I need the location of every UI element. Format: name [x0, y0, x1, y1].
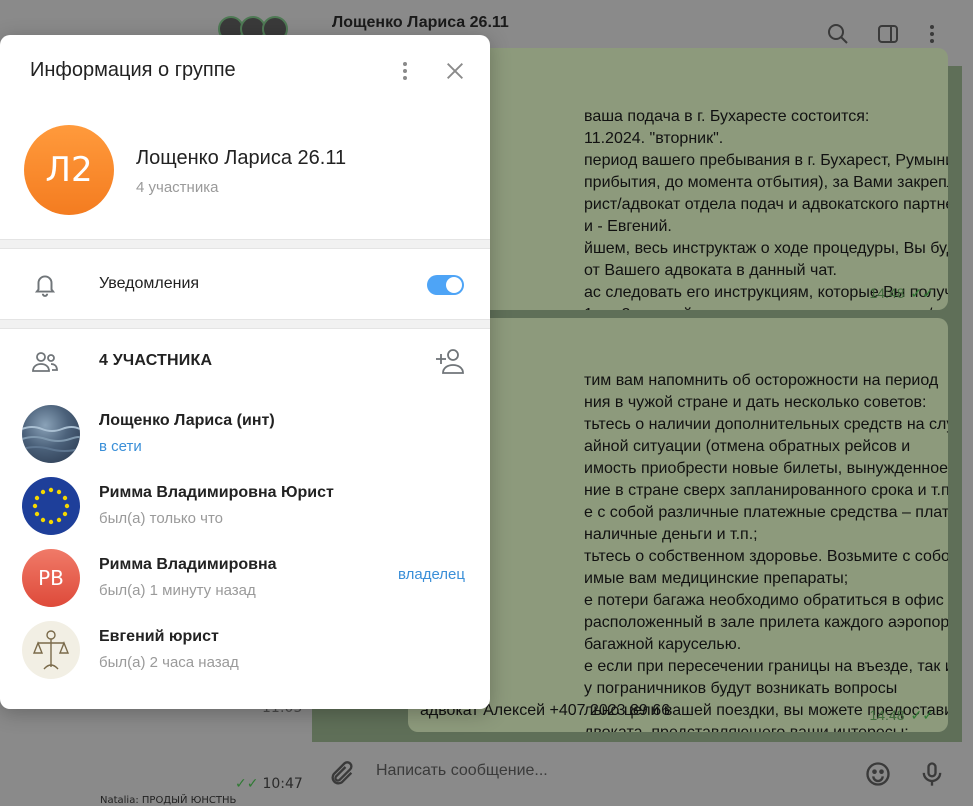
- sea-photo-icon: [22, 426, 80, 452]
- chat-title: Лощенко Лариса 26.11: [332, 14, 509, 31]
- member-row[interactable]: Евгений юрист был(а) 2 часа назад: [0, 614, 490, 686]
- notifications-row[interactable]: Уведомления: [0, 249, 490, 319]
- member-row[interactable]: РВ Римма Владимировна был(а) 1 минуту на…: [0, 542, 490, 614]
- message-text: ваша подача в г. Бухаресте состоится: 11…: [584, 108, 948, 310]
- member-status: был(а) 1 минуту назад: [99, 582, 256, 599]
- group-info-dialog: Информация о группе Л2 Лощенко Лариса 26…: [0, 35, 490, 709]
- notifications-toggle[interactable]: [427, 275, 464, 295]
- search-icon[interactable]: [826, 22, 850, 46]
- section-divider: [0, 319, 490, 329]
- justice-scales-icon: [32, 630, 70, 670]
- avatar: [22, 621, 80, 679]
- member-name: Евгений юрист: [99, 628, 219, 645]
- toggle-knob: [446, 277, 462, 293]
- read-ticks-icon: ✓✓: [235, 776, 259, 792]
- more-options-button[interactable]: [391, 57, 419, 85]
- attach-icon[interactable]: [328, 760, 356, 788]
- avatar: [22, 477, 80, 535]
- member-name: Римма Владимировна Юрист: [99, 484, 334, 501]
- group-avatar[interactable]: Л2: [24, 125, 114, 215]
- add-member-button[interactable]: [434, 346, 466, 376]
- read-ticks-icon: ✓✓: [910, 707, 934, 723]
- read-ticks-icon: ✓✓: [910, 285, 934, 301]
- close-icon: [447, 63, 463, 79]
- emoji-icon[interactable]: [864, 760, 892, 788]
- member-row[interactable]: Римма Владимировна Юрист был(а) только ч…: [0, 470, 490, 542]
- member-status: был(а) 2 часа назад: [99, 654, 239, 671]
- right-edge-panel: [962, 0, 973, 806]
- sidebar-toggle-icon[interactable]: [876, 22, 900, 46]
- close-button[interactable]: [441, 57, 469, 85]
- message-composer: Написать сообщение...: [312, 742, 962, 806]
- dialog-header: Информация о группе: [0, 35, 490, 107]
- message-time: 14:48 ✓✓: [869, 285, 934, 301]
- bell-icon: [34, 275, 56, 297]
- group-summary: Л2 Лощенко Лариса 26.11 4 участника: [0, 107, 490, 241]
- avatar: РВ: [22, 549, 80, 607]
- member-role-badge: владелец: [397, 566, 465, 583]
- more-vertical-icon: [403, 62, 407, 80]
- eu-flag-icon: [32, 487, 70, 525]
- message-input[interactable]: Написать сообщение...: [376, 762, 548, 780]
- members-header-label: 4 УЧАСТНИКА: [99, 352, 213, 369]
- members-header: 4 УЧАСТНИКА: [0, 330, 490, 394]
- member-row[interactable]: Лощенко Лариса (инт) в сети: [0, 398, 490, 470]
- member-status: был(а) только что: [99, 510, 224, 527]
- notifications-label: Уведомления: [99, 275, 200, 292]
- member-name: Лощенко Лариса (инт): [99, 412, 275, 429]
- group-members-count: 4 участника: [136, 179, 219, 196]
- dialog-title: Информация о группе: [30, 59, 236, 81]
- chat-list-preview: Natalia: ПРОДЫЙ ЮНСТНЬ: [100, 795, 237, 806]
- more-vertical-icon[interactable]: [920, 22, 944, 46]
- message-text: тим вам напомнить об осторожности на пер…: [584, 372, 948, 732]
- microphone-icon[interactable]: [918, 760, 946, 788]
- users-icon: [32, 352, 58, 372]
- member-name: Римма Владимировна: [99, 556, 277, 573]
- avatar: [22, 405, 80, 463]
- chat-list-time: ✓✓ 10:47: [235, 776, 303, 792]
- message-time: 14:48 ✓✓: [869, 707, 934, 723]
- group-name: Лощенко Лариса 26.11: [136, 147, 347, 169]
- member-status: в сети: [99, 438, 142, 455]
- section-divider: [0, 239, 490, 249]
